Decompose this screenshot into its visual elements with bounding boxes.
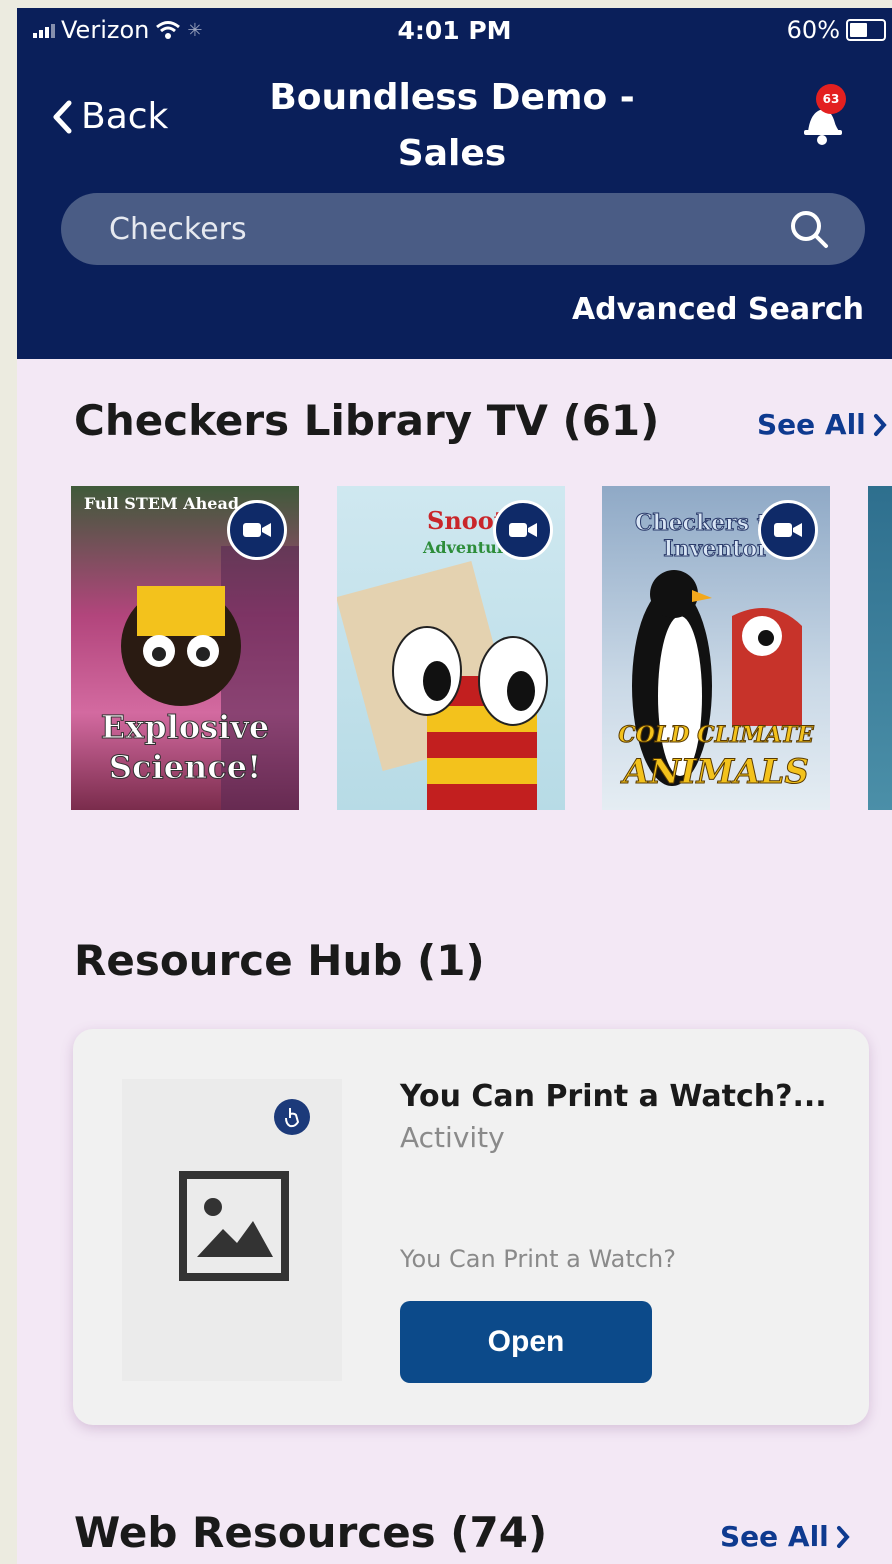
page-title: Boundless Demo - Sales <box>227 70 677 182</box>
video-camera-icon <box>227 500 287 560</box>
search-input[interactable]: Checkers <box>109 212 787 247</box>
see-all-label: See All <box>757 408 866 441</box>
video-camera-icon <box>493 500 553 560</box>
status-right: 60% <box>787 16 886 44</box>
thumb-title-line1: COLD CLIMATE <box>618 722 815 749</box>
advanced-search-link[interactable]: Advanced Search <box>572 292 864 327</box>
video-camera-icon <box>758 500 818 560</box>
thumb-title-line1: Explosive <box>100 708 270 747</box>
chevron-right-icon <box>836 1525 850 1548</box>
video-thumbnail-partial[interactable] <box>868 486 892 810</box>
status-time: 4:01 PM <box>397 16 512 45</box>
open-button[interactable]: Open <box>400 1301 652 1383</box>
notification-badge: 63 <box>816 84 846 114</box>
resource-hub-title: Resource Hub (1) <box>74 936 485 985</box>
image-placeholder-icon <box>179 1171 289 1281</box>
back-button[interactable]: Back <box>51 96 168 137</box>
page-title-line1: Boundless Demo - <box>269 77 635 118</box>
see-all-label: See All <box>720 1520 829 1553</box>
video-thumbnail[interactable]: Snoot Adventures <box>337 486 565 810</box>
thumb-title-line2: Science! <box>108 748 262 787</box>
video-thumbnail[interactable]: Checkers the Inventor COLD CLIMATE ANIMA… <box>602 486 830 810</box>
web-resources-see-all[interactable]: See All <box>720 1520 851 1553</box>
resource-description: You Can Print a Watch? <box>400 1245 676 1273</box>
battery-percent: 60% <box>786 16 840 44</box>
library-tv-see-all[interactable]: See All <box>757 408 888 441</box>
thumb-title-line2: ANIMALS <box>623 752 810 793</box>
chevron-right-icon <box>873 413 887 436</box>
thumb-top-text: Full STEM Ahead <box>83 494 239 513</box>
library-tv-title: Checkers Library TV (61) <box>74 396 660 445</box>
chevron-left-icon <box>53 100 72 133</box>
battery-level <box>850 23 867 37</box>
status-bar: Verizon ✳ 4:01 PM 60% <box>17 8 892 56</box>
resource-title[interactable]: You Can Print a Watch?... <box>400 1079 827 1114</box>
search-bar[interactable]: Checkers <box>61 193 865 265</box>
video-thumbnail[interactable]: Full STEM Ahead Explosive Science! <box>71 486 299 810</box>
app-screen: Verizon ✳ 4:01 PM 60% Back Boundless Dem… <box>17 8 892 1564</box>
notifications-button[interactable]: 63 <box>792 84 852 150</box>
search-icon[interactable] <box>787 207 831 251</box>
resource-card[interactable]: You Can Print a Watch?... Activity You C… <box>73 1029 869 1425</box>
pointer-hand-icon <box>274 1099 310 1135</box>
resource-type: Activity <box>400 1121 505 1154</box>
back-label: Back <box>81 96 169 137</box>
resource-thumbnail <box>122 1079 342 1381</box>
web-resources-title: Web Resources (74) <box>74 1508 548 1557</box>
battery-icon <box>846 19 886 41</box>
app-header: Verizon ✳ 4:01 PM 60% Back Boundless Dem… <box>17 8 892 359</box>
page-title-line2: Sales <box>397 133 507 174</box>
